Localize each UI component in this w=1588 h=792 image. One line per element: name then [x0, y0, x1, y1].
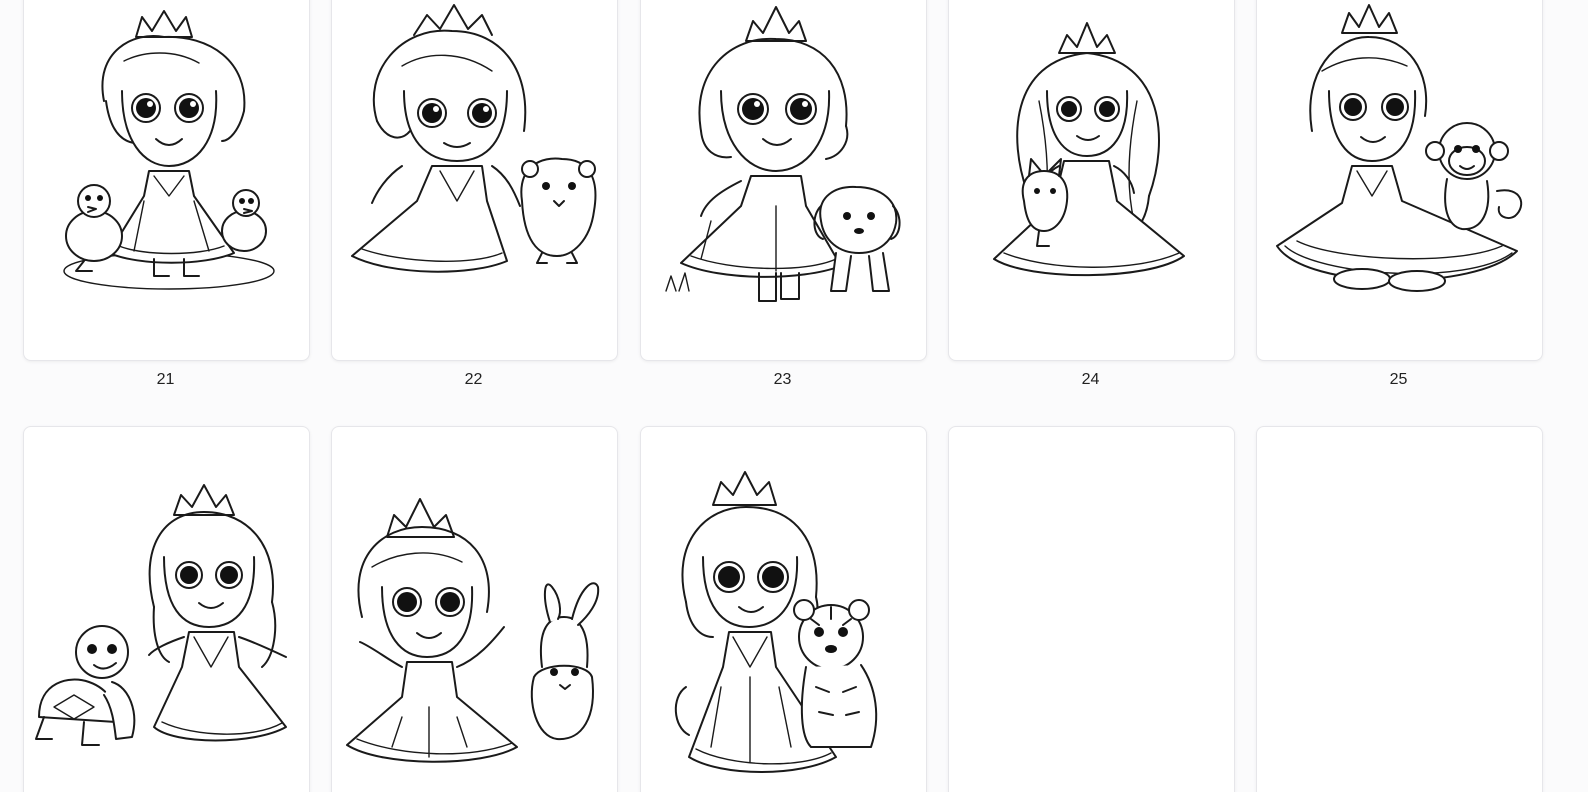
page-card-turtle[interactable]: [23, 426, 310, 792]
page-card-empty[interactable]: [948, 426, 1235, 792]
princess-tiger-illustration: [674, 471, 878, 773]
page-card-21[interactable]: [23, 0, 310, 361]
page-number-23: 23: [773, 371, 792, 388]
page-number-22: 22: [464, 371, 483, 388]
princess-turtle-illustration: [35, 484, 287, 746]
princess-hamster-illustration: [351, 4, 597, 273]
page-number-21: 21: [156, 371, 175, 388]
princess-ducklings-illustration: [63, 10, 275, 290]
princess-monkey-illustration: [1276, 4, 1523, 292]
coloring-page-gallery: 21 22 23 24 25: [0, 0, 1588, 792]
page-number-25: 25: [1389, 371, 1408, 388]
princess-kitten-illustration: [993, 22, 1185, 277]
page-card-bunny[interactable]: [331, 426, 618, 792]
page-card-25[interactable]: [1256, 0, 1543, 361]
princess-puppy-illustration: [665, 6, 901, 302]
page-number-24: 24: [1081, 371, 1100, 388]
page-card-24[interactable]: [948, 0, 1235, 361]
page-card-empty[interactable]: [1256, 426, 1543, 792]
page-card-23[interactable]: [640, 0, 927, 361]
page-card-22[interactable]: [331, 0, 618, 361]
princess-bunny-illustration: [346, 498, 600, 763]
page-card-tiger[interactable]: [640, 426, 927, 792]
